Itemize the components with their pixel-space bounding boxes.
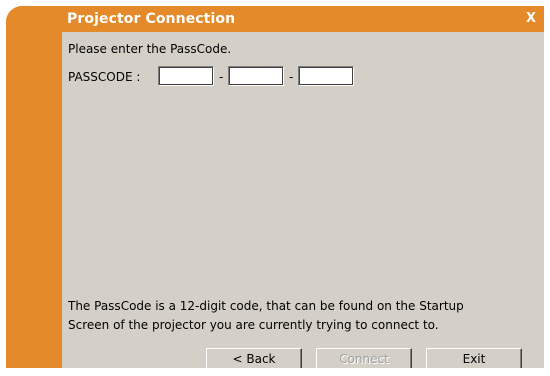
- orange-side-strip: [6, 6, 62, 368]
- back-button[interactable]: < Back: [206, 348, 302, 368]
- dialog-content: Please enter the PassCode. PASSCODE : - …: [62, 32, 544, 368]
- help-line-2: Screen of the projector you are currentl…: [68, 318, 439, 332]
- window-title: Projector Connection: [67, 11, 236, 27]
- close-icon[interactable]: X: [524, 12, 538, 26]
- passcode-separator-2: -: [289, 70, 294, 84]
- help-line-1: The PassCode is a 12-digit code, that ca…: [68, 299, 464, 313]
- passcode-label: PASSCODE :: [68, 70, 141, 84]
- passcode-field-3[interactable]: [298, 66, 354, 86]
- passcode-field-1[interactable]: [158, 66, 214, 86]
- projector-connection-window: Projector Connection X Please enter the …: [6, 6, 544, 368]
- passcode-separator-1: -: [219, 70, 224, 84]
- connect-button[interactable]: Connect: [316, 348, 412, 368]
- title-bar: Projector Connection X: [62, 6, 544, 32]
- passcode-help-text: The PassCode is a 12-digit code, that ca…: [68, 297, 538, 335]
- exit-button[interactable]: Exit: [426, 348, 522, 368]
- passcode-field-2[interactable]: [228, 66, 284, 86]
- passcode-prompt: Please enter the PassCode.: [68, 42, 232, 56]
